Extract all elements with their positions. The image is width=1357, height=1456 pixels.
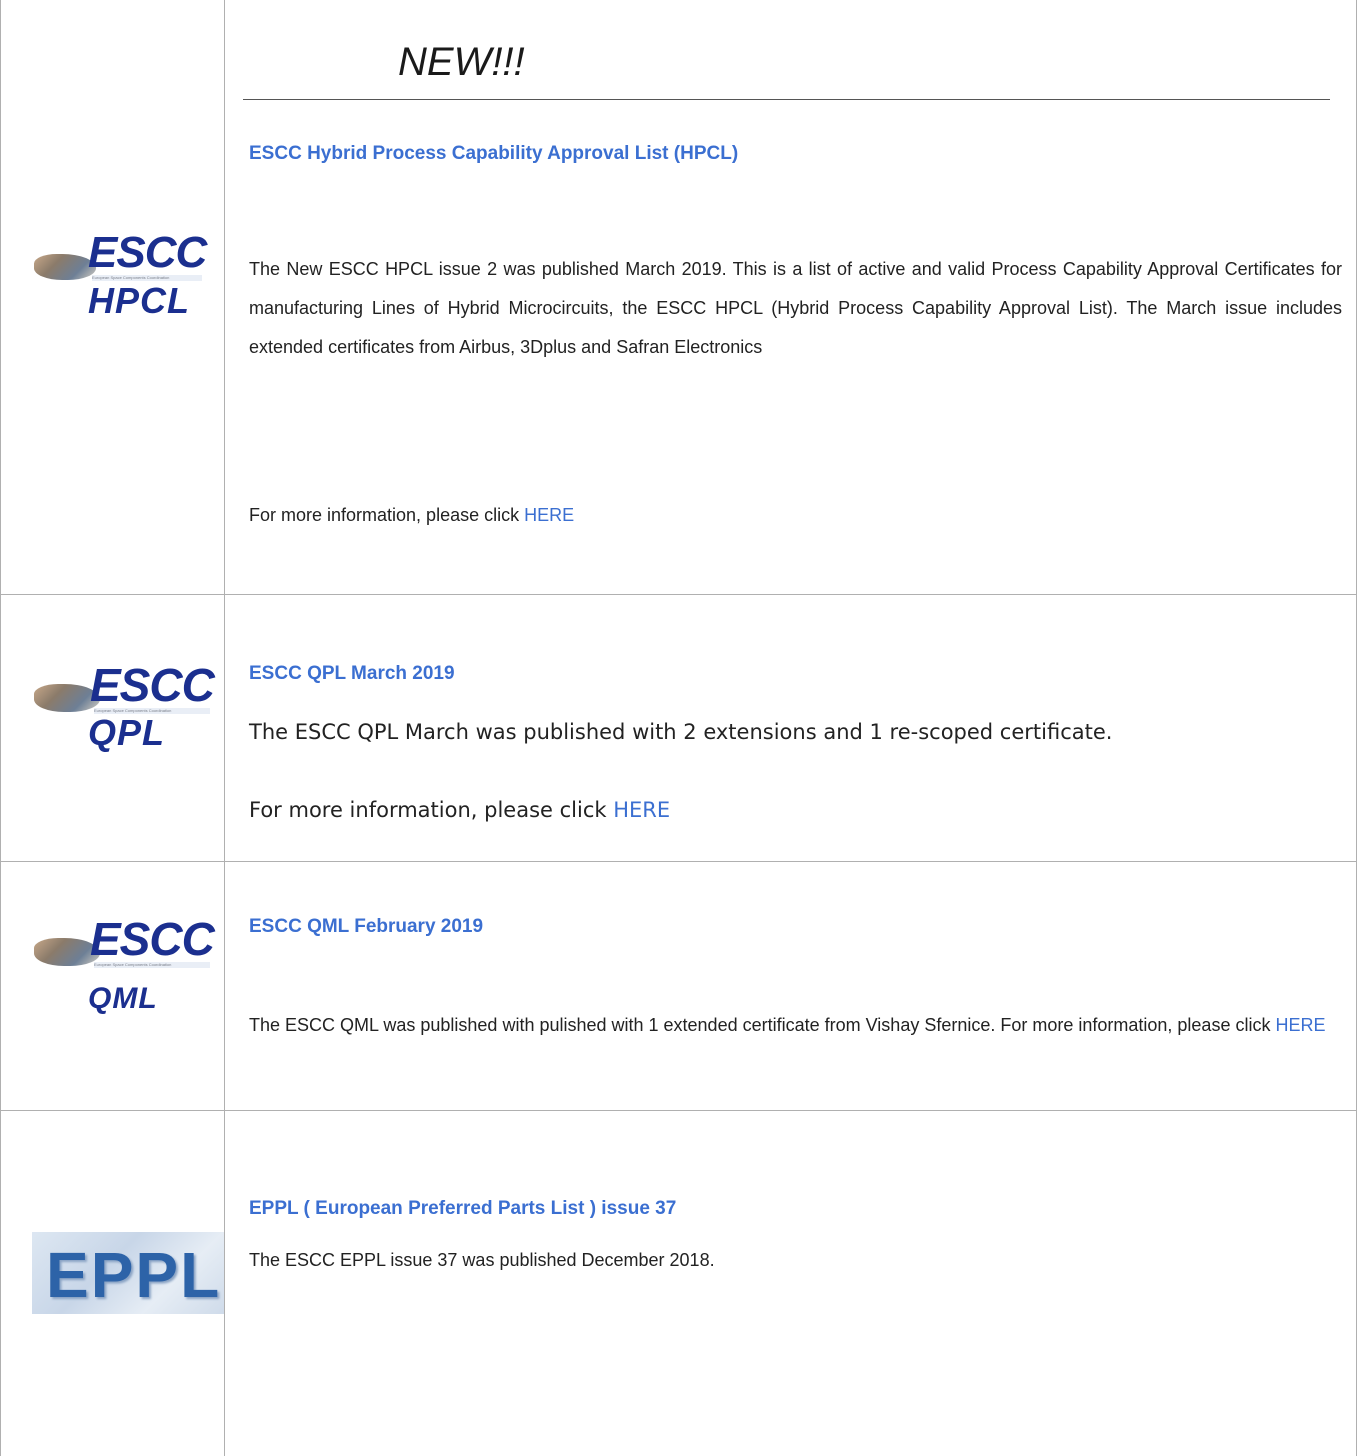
table-row-divider [0,1110,1357,1111]
eppl-title-link[interactable]: EPPL ( European Preferred Parts List ) i… [249,1198,676,1220]
qml-description: The ESCC QML was published with pulished… [249,1006,1342,1045]
table-column-divider [224,0,225,1456]
table-border-left [0,0,1,1456]
logo-tagline: European Space Components Coordination [94,962,210,968]
qpl-description: The ESCC QPL March was published with 2 … [249,720,1113,744]
qpl-title-link[interactable]: ESCC QPL March 2019 [249,663,455,685]
title-underline [243,99,1330,100]
qpl-here-link[interactable]: HERE [613,798,670,822]
hpcl-more-info: For more information, please click HERE [249,496,1342,535]
qml-title-link[interactable]: ESCC QML February 2019 [249,916,483,938]
escc-logo-text: ESCC [90,659,215,711]
qpl-logo-text: QPL [88,712,166,753]
more-info-text: For more information, please click [249,505,525,525]
qpl-more-info: For more information, please click HERE [249,791,1342,830]
globe-image [34,254,96,280]
qml-here-link[interactable]: HERE [1275,1015,1325,1035]
eppl-description: The ESCC EPPL issue 37 was published Dec… [249,1250,715,1270]
qml-logo-text: QML [88,982,158,1015]
page-title: NEW!!! [398,40,525,84]
hpcl-logo: ESCC European Space Components Coordinat… [30,228,210,342]
qml-logo: ESCC European Space Components Coordinat… [30,912,220,1022]
eppl-logo-text: EPPL [46,1239,222,1311]
hpcl-logo-text: HPCL [88,280,190,321]
escc-logo-text: ESCC [88,228,207,277]
table-row-divider [0,594,1357,595]
table-row-divider [0,861,1357,862]
qml-body-text: The ESCC QML was published with pulished… [249,1015,1276,1035]
more-info-text: For more information, please click [249,798,614,822]
eppl-logo: EPPL [32,1232,224,1314]
qpl-logo: ESCC European Space Components Coordinat… [30,659,220,762]
hpcl-description: The New ESCC HPCL issue 2 was published … [249,259,1342,357]
hpcl-title-link[interactable]: ESCC Hybrid Process Capability Approval … [249,143,738,165]
hpcl-here-link[interactable]: HERE [524,505,574,525]
escc-logo-text: ESCC [90,913,215,965]
